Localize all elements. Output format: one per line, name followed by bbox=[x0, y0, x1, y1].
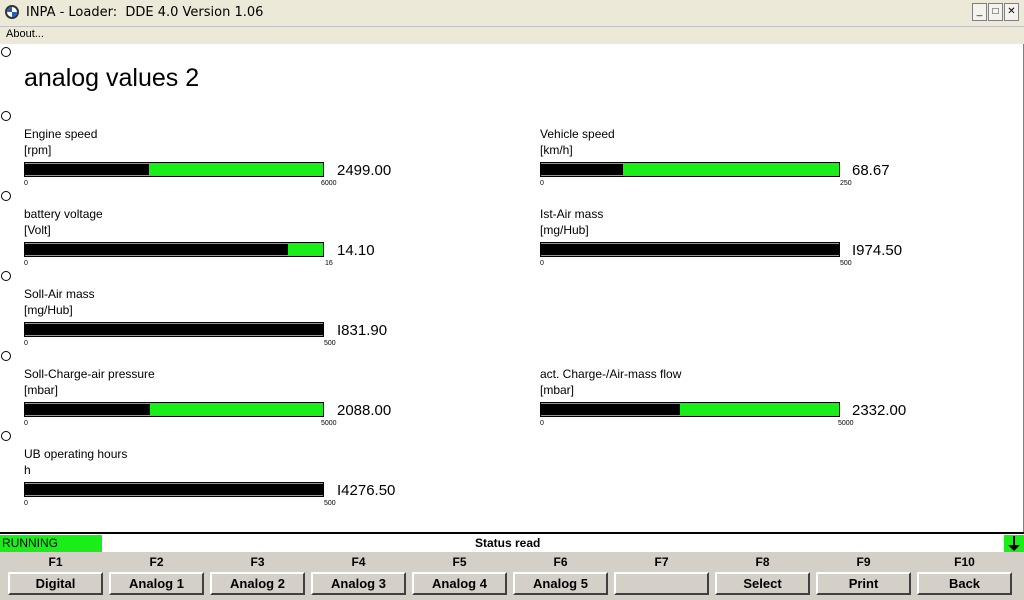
gauge-label: Soll-Charge-air pressure bbox=[24, 367, 155, 381]
row-marker-icon bbox=[1, 47, 11, 57]
gauge-max: 5000 bbox=[838, 420, 854, 427]
gauge-max: 500 bbox=[324, 500, 336, 507]
gauge-unit: h bbox=[24, 463, 31, 477]
minimize-button[interactable]: _ bbox=[972, 3, 987, 21]
gauge-label: battery voltage bbox=[24, 207, 103, 221]
back-button[interactable]: Back bbox=[917, 572, 1012, 595]
fkey-label-f7: F7 bbox=[654, 555, 669, 569]
analog-2-button[interactable]: Analog 2 bbox=[210, 572, 305, 595]
gauge-max: 16 bbox=[325, 260, 333, 267]
fkey-label-f9: F9 bbox=[856, 555, 871, 569]
digital-button[interactable]: Digital bbox=[8, 572, 103, 595]
arrow-down-icon bbox=[1004, 535, 1024, 553]
title-bar: INPA - Loader: DDE 4.0 Version 1.06 _ □ … bbox=[0, 0, 1024, 27]
row-marker-icon bbox=[1, 111, 11, 121]
gauge-max: 6000 bbox=[321, 180, 337, 187]
gauge-value: 2499.00 bbox=[337, 162, 392, 179]
analog-5-button[interactable]: Analog 5 bbox=[513, 572, 608, 595]
gauge-bar bbox=[540, 162, 840, 177]
gauge-value: I4276.50 bbox=[337, 482, 396, 499]
print-button[interactable]: Print bbox=[816, 572, 911, 595]
gauge-label: Vehicle speed bbox=[540, 127, 615, 141]
gauge-label: Ist-Air mass bbox=[540, 207, 604, 221]
fkey-label-f3: F3 bbox=[250, 555, 265, 569]
gauge-max: 5000 bbox=[321, 420, 337, 427]
gauge-bar bbox=[24, 482, 324, 497]
fkey-label-f4: F4 bbox=[351, 555, 366, 569]
gauge-fill bbox=[541, 244, 839, 255]
gauge-label: Soll-Air mass bbox=[24, 287, 95, 301]
gauge-unit: [Volt] bbox=[24, 223, 51, 237]
gauge-label: act. Charge-/Air-mass flow bbox=[540, 367, 682, 381]
gauge-fill bbox=[25, 164, 149, 175]
maximize-button[interactable]: □ bbox=[988, 3, 1003, 21]
row-marker-icon bbox=[1, 191, 11, 201]
analog-1-button[interactable]: Analog 1 bbox=[109, 572, 204, 595]
gauge-value: 2332.00 bbox=[852, 402, 907, 419]
status-text: Status read bbox=[475, 536, 541, 550]
gauge-unit: [mbar] bbox=[24, 383, 59, 397]
gauge-min: 0 bbox=[540, 180, 544, 187]
fkey-label-f2: F2 bbox=[149, 555, 164, 569]
fkey-label-f5: F5 bbox=[452, 555, 467, 569]
gauge-unit: [mg/Hub] bbox=[540, 223, 589, 237]
gauge-bar bbox=[24, 322, 324, 337]
gauge-unit: [mg/Hub] bbox=[24, 303, 73, 317]
row-marker-icon bbox=[1, 351, 11, 361]
gauge-unit: [km/h] bbox=[540, 143, 573, 157]
gauge-value: 14.10 bbox=[337, 242, 375, 259]
gauge-min: 0 bbox=[24, 340, 28, 347]
gauge-bar bbox=[24, 402, 324, 417]
gauge-min: 0 bbox=[540, 420, 544, 427]
f7-button[interactable] bbox=[614, 572, 709, 595]
running-indicator: RUNNING bbox=[0, 535, 102, 553]
close-button[interactable]: ✕ bbox=[1004, 3, 1019, 21]
select-button[interactable]: Select bbox=[715, 572, 810, 595]
gauge-min: 0 bbox=[540, 260, 544, 267]
fkey-label-f8: F8 bbox=[755, 555, 770, 569]
menu-about[interactable]: About... bbox=[6, 28, 44, 40]
menu-bar: About... bbox=[0, 27, 1024, 44]
analog-4-button[interactable]: Analog 4 bbox=[412, 572, 507, 595]
gauge-bar bbox=[24, 162, 324, 177]
gauge-fill bbox=[25, 244, 288, 255]
gauge-unit: [rpm] bbox=[24, 143, 52, 157]
gauge-max: 500 bbox=[324, 340, 336, 347]
analog-3-button[interactable]: Analog 3 bbox=[311, 572, 406, 595]
gauge-fill bbox=[541, 164, 623, 175]
gauge-min: 0 bbox=[24, 500, 28, 507]
gauge-bar bbox=[24, 242, 324, 257]
gauge-unit: [mbar] bbox=[540, 383, 575, 397]
gauge-label: UB operating hours bbox=[24, 447, 128, 461]
fkey-label-f10: F10 bbox=[954, 555, 975, 569]
gauge-max: 250 bbox=[840, 180, 852, 187]
function-key-bar: F1 Digital F2 Analog 1 F3 Analog 2 F4 An… bbox=[0, 552, 1024, 600]
fkey-label-f6: F6 bbox=[553, 555, 568, 569]
gauge-fill bbox=[25, 484, 323, 495]
main-content: analog values 2 Engine speed [rpm] 0 600… bbox=[0, 44, 1024, 532]
gauge-fill bbox=[25, 404, 150, 415]
gauge-label: Engine speed bbox=[24, 127, 98, 141]
status-bar: RUNNING Status read bbox=[0, 532, 1024, 553]
fkey-label-f1: F1 bbox=[48, 555, 63, 569]
gauge-bar bbox=[540, 402, 840, 417]
row-marker-icon bbox=[1, 271, 11, 281]
bmw-logo-icon bbox=[5, 5, 19, 19]
gauge-value: 68.67 bbox=[852, 162, 890, 179]
window-title: INPA - Loader: DDE 4.0 Version 1.06 bbox=[26, 5, 264, 20]
gauge-min: 0 bbox=[24, 420, 28, 427]
gauge-value: I974.50 bbox=[852, 242, 903, 259]
gauge-min: 0 bbox=[24, 260, 28, 267]
page-title: analog values 2 bbox=[24, 64, 200, 92]
gauge-bar bbox=[540, 242, 840, 257]
gauge-min: 0 bbox=[24, 180, 28, 187]
gauge-value: I831.90 bbox=[337, 322, 388, 339]
gauge-fill bbox=[541, 404, 680, 415]
gauge-fill bbox=[25, 324, 323, 335]
gauge-max: 500 bbox=[840, 260, 852, 267]
row-marker-icon bbox=[1, 431, 11, 441]
gauge-value: 2088.00 bbox=[337, 402, 392, 419]
